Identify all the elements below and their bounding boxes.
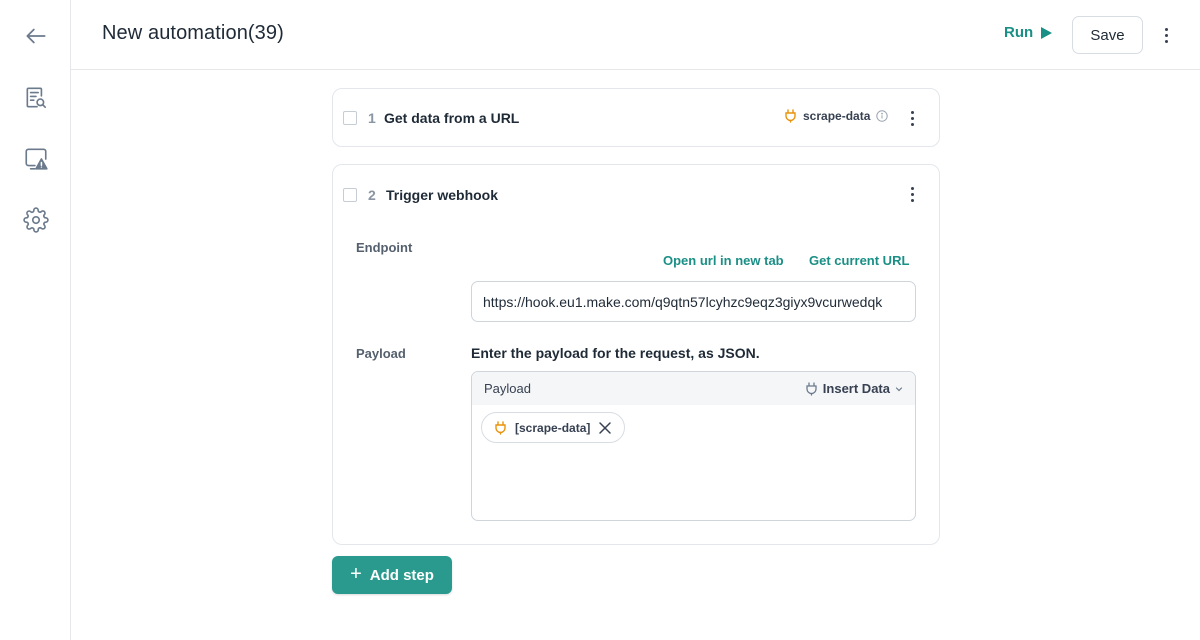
step-number: 2 [368,187,376,203]
step-title[interactable]: Get data from a URL [384,110,519,126]
sidebar-item-alerts[interactable] [22,145,50,173]
add-step-button[interactable]: + Add step [332,556,452,594]
sidebar-item-settings[interactable] [22,206,50,234]
sidebar-item-reports[interactable] [22,84,50,112]
gear-icon [23,207,49,233]
payload-label: Payload [356,346,406,361]
variable-chip-label: [scrape-data] [515,420,591,435]
open-url-link[interactable]: Open url in new tab [663,253,784,268]
info-icon[interactable] [876,110,889,122]
payload-editor[interactable]: Payload Insert Data [scrape-data] [471,371,916,521]
get-current-url-link[interactable]: Get current URL [809,253,909,268]
step-menu-icon[interactable] [904,182,920,206]
step-card: 1 Get data from a URL scrape-data [332,88,940,147]
plus-icon: + [350,563,362,585]
page-title: New automation(39) [102,22,284,44]
add-step-label: Add step [369,566,434,584]
save-button[interactable]: Save [1072,16,1143,54]
plug-icon [784,109,797,123]
report-search-icon [26,87,47,109]
payload-hint: Enter the payload for the request, as JS… [471,345,760,361]
top-bar: New automation(39) Run Save [71,0,1200,70]
chevron-down-icon [895,385,903,393]
output-variable-label: scrape-data [803,109,871,123]
payload-editor-header: Payload Insert Data [472,372,915,405]
close-icon[interactable] [598,421,612,435]
plug-icon [494,420,507,435]
step-menu-icon[interactable] [904,106,920,130]
step-title[interactable]: Trigger webhook [386,187,498,203]
output-variable: scrape-data [784,109,889,123]
endpoint-label: Endpoint [356,240,413,255]
play-icon [1041,26,1053,39]
step-checkbox[interactable] [343,111,357,125]
run-label: Run [1004,24,1034,41]
warning-monitor-icon [25,148,48,170]
sidebar [0,0,71,640]
run-button[interactable]: Run [1004,24,1053,41]
insert-data-dropdown[interactable]: Insert Data [805,381,903,396]
endpoint-input[interactable] [471,281,916,322]
payload-editor-label: Payload [484,381,531,396]
arrow-left-icon [26,28,46,44]
plug-icon [805,381,818,396]
back-button[interactable] [22,22,50,50]
variable-chip[interactable]: [scrape-data] [481,412,626,443]
step-card: 2 Trigger webhook Endpoint Open url in n… [332,164,940,545]
insert-data-label: Insert Data [822,381,890,396]
more-options-icon[interactable] [1158,23,1174,47]
step-checkbox[interactable] [343,188,357,202]
step-number: 1 [368,110,376,126]
